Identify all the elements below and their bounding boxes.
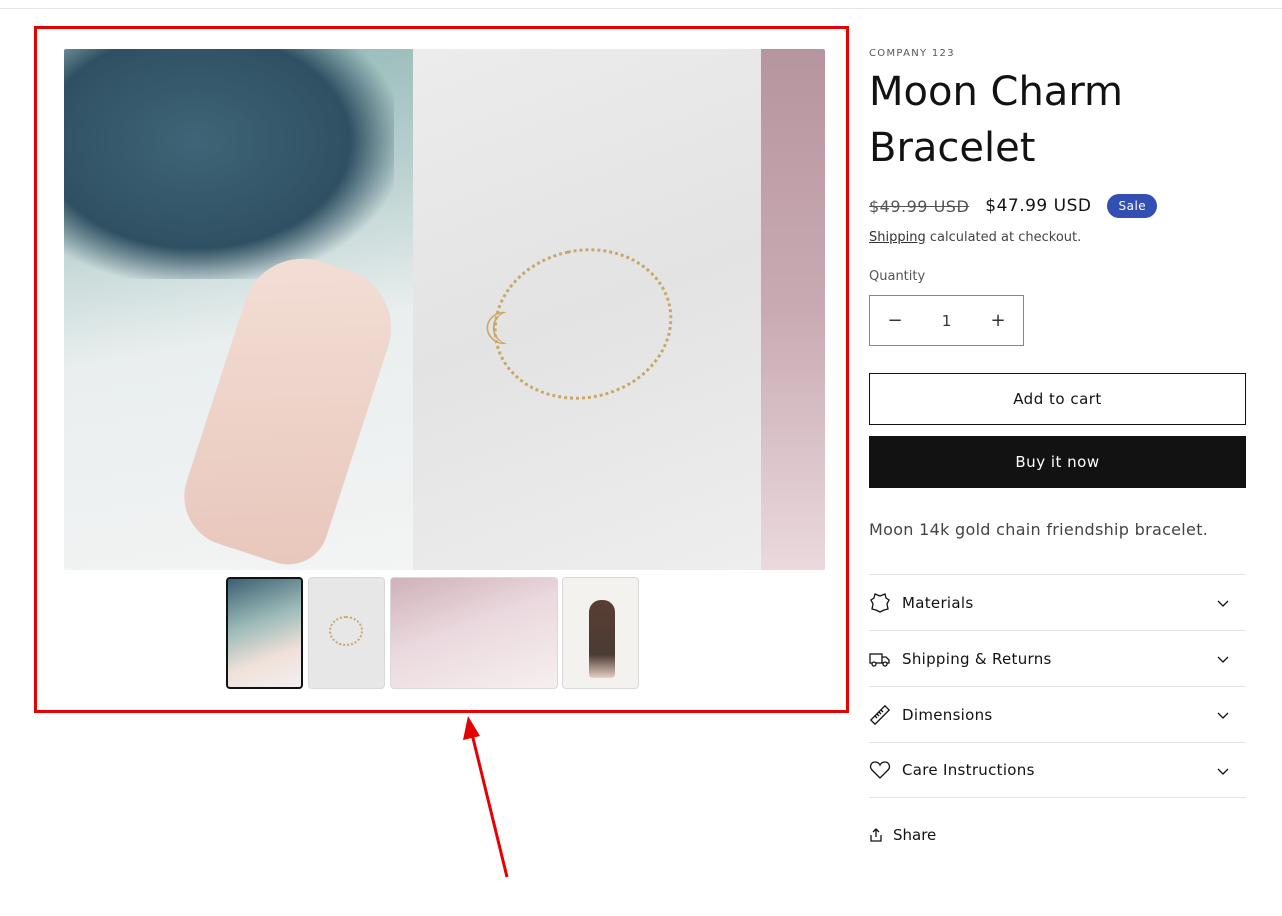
accordion-label: Shipping & Returns	[902, 649, 1052, 668]
title-line-2: Bracelet	[869, 125, 1036, 171]
regular-price: $49.99 USD	[869, 196, 970, 216]
accordion-list: Materials Shipping & Returns Dimensions	[869, 574, 1246, 798]
buy-now-button[interactable]: Buy it now	[869, 436, 1246, 488]
chevron-down-icon	[1217, 600, 1229, 607]
accordion-materials[interactable]: Materials	[869, 574, 1246, 630]
vendor-label: COMPANY 123	[869, 48, 955, 59]
accordion-label: Dimensions	[902, 705, 993, 724]
accordion-shipping-returns[interactable]: Shipping & Returns	[869, 630, 1246, 686]
header-divider	[0, 8, 1282, 9]
title-line-1: Moon Charm	[869, 69, 1124, 115]
chevron-down-icon	[1217, 656, 1229, 663]
shipping-note: Shipping calculated at checkout.	[869, 230, 1081, 245]
add-to-cart-button[interactable]: Add to cart	[869, 373, 1246, 425]
accordion-dimensions[interactable]: Dimensions	[869, 686, 1246, 742]
share-button[interactable]: Share	[869, 826, 936, 844]
accordion-care-instructions[interactable]: Care Instructions	[869, 742, 1246, 798]
truck-icon	[869, 648, 891, 670]
share-icon	[870, 828, 882, 842]
quantity-decrease-button[interactable]: −	[870, 296, 920, 345]
annotation-highlight-box	[34, 26, 849, 713]
share-label: Share	[893, 826, 937, 844]
product-description: Moon 14k gold chain friendship bracelet.	[869, 520, 1209, 539]
shipping-note-text: calculated at checkout.	[925, 230, 1082, 245]
accordion-label: Materials	[902, 593, 974, 612]
quantity-label: Quantity	[869, 269, 926, 284]
chevron-down-icon	[1217, 712, 1229, 719]
chevron-down-icon	[1217, 768, 1229, 775]
product-title: Moon Charm Bracelet	[869, 64, 1249, 176]
accordion-label: Care Instructions	[902, 761, 1035, 779]
shipping-link[interactable]: Shipping	[869, 230, 926, 245]
price-row: $49.99 USD $47.99 USD Sale	[869, 192, 1158, 220]
heart-icon	[869, 759, 891, 781]
quantity-input[interactable]: 1	[942, 312, 952, 330]
sale-price: $47.99 USD	[985, 196, 1092, 216]
quantity-increase-button[interactable]: +	[973, 296, 1023, 345]
quantity-stepper: − 1 +	[869, 295, 1024, 346]
sale-badge: Sale	[1107, 194, 1158, 218]
leather-icon	[869, 592, 891, 614]
ruler-icon	[869, 704, 891, 726]
